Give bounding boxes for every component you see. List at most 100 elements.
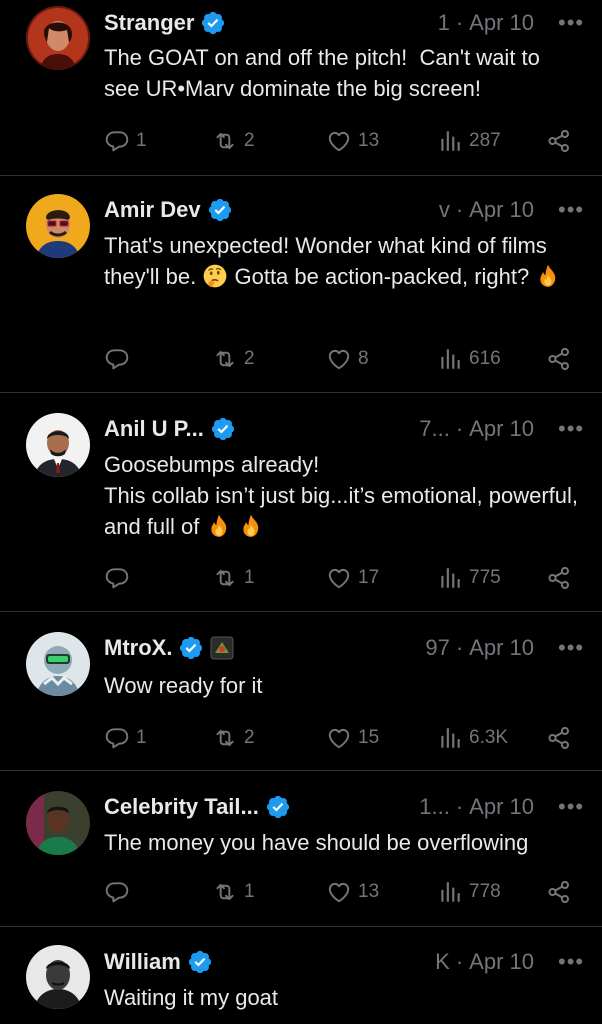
display-name[interactable]: MtroX. xyxy=(104,635,172,661)
share-button[interactable] xyxy=(546,344,572,374)
views-bar-chart-icon xyxy=(437,725,463,751)
reply-icon xyxy=(104,725,130,751)
views-bar-chart-icon xyxy=(437,128,463,154)
reply-icon xyxy=(104,346,130,372)
tweet-text: The GOAT on and off the pitch! Can't wai… xyxy=(104,45,547,101)
views-button[interactable]: 287 xyxy=(437,126,501,156)
like-button[interactable]: 13 xyxy=(326,877,379,907)
tweet-2[interactable]: Amir Dev v · Apr 10 ••• That's unexpecte… xyxy=(0,176,602,393)
verified-badge-icon xyxy=(178,635,204,661)
reply-button[interactable] xyxy=(104,563,136,593)
display-name[interactable]: William xyxy=(104,949,181,975)
tweet-4[interactable]: MtroX. 97 · Apr 10 ••• Wow ready for it … xyxy=(0,612,602,771)
avatar[interactable] xyxy=(26,6,90,70)
reply-icon xyxy=(104,128,130,154)
retweet-button[interactable]: 2 xyxy=(212,723,255,753)
views-bar-chart-icon xyxy=(437,565,463,591)
share-icon xyxy=(546,725,572,751)
timestamp[interactable]: Apr 10 xyxy=(469,794,534,820)
handle[interactable]: 1... xyxy=(299,794,450,820)
handle[interactable]: 7... xyxy=(244,416,450,442)
views-button[interactable]: 6.3K xyxy=(437,723,508,753)
like-button[interactable]: 15 xyxy=(326,723,379,753)
retweet-button[interactable]: 2 xyxy=(212,344,255,374)
separator-dot: · xyxy=(455,949,464,974)
timestamp[interactable]: Apr 10 xyxy=(469,635,534,661)
more-dots-icon[interactable]: ••• xyxy=(558,794,583,820)
tweet-1[interactable]: Stranger 1 · Apr 10 ••• The GOAT on and … xyxy=(0,0,602,176)
timestamp[interactable]: Apr 10 xyxy=(469,416,534,442)
display-name[interactable]: Stranger xyxy=(104,10,194,36)
avatar[interactable] xyxy=(26,194,90,258)
action-bar: 1 13 778 xyxy=(104,877,572,907)
tweet-6[interactable]: William K · Apr 10 ••• Waiting it my goa… xyxy=(0,927,602,1024)
reply-button[interactable]: 1 xyxy=(104,723,147,753)
more-dots-icon[interactable]: ••• xyxy=(558,635,583,661)
reply-button[interactable]: 1 xyxy=(104,126,147,156)
retweet-icon xyxy=(212,346,238,372)
display-name[interactable]: Anil U P... xyxy=(104,416,204,442)
share-icon xyxy=(546,879,572,905)
tweet-5[interactable]: Celebrity Tail... 1... · Apr 10 ••• The … xyxy=(0,771,602,927)
share-button[interactable] xyxy=(546,723,572,753)
heart-icon xyxy=(326,128,352,154)
views-button[interactable]: 616 xyxy=(437,344,501,374)
tweet-header: Stranger 1 · Apr 10 ••• xyxy=(104,6,583,40)
timestamp[interactable]: Apr 10 xyxy=(469,949,534,975)
retweet-button[interactable]: 1 xyxy=(212,563,255,593)
handle[interactable]: K xyxy=(221,949,450,975)
handle[interactable]: 1 xyxy=(234,10,450,36)
share-button[interactable] xyxy=(546,877,572,907)
retweet-button[interactable]: 2 xyxy=(212,126,255,156)
retweet-count: 2 xyxy=(244,348,255,369)
separator-dot: · xyxy=(455,197,464,222)
display-name[interactable]: Amir Dev xyxy=(104,197,201,223)
avatar-image xyxy=(26,791,90,855)
retweet-icon xyxy=(212,565,238,591)
timestamp[interactable]: Apr 10 xyxy=(469,197,534,223)
tweet-text: That's unexpected! Wonder what kind of f… xyxy=(104,230,580,292)
like-button[interactable]: 13 xyxy=(326,126,379,156)
share-button[interactable] xyxy=(546,563,572,593)
more-dots-icon[interactable]: ••• xyxy=(558,949,583,975)
verified-badge-icon xyxy=(200,10,226,36)
thinking-face-emoji-icon xyxy=(202,263,228,289)
view-count: 287 xyxy=(469,130,501,151)
reply-button[interactable] xyxy=(104,344,136,374)
more-dots-icon[interactable]: ••• xyxy=(558,10,583,36)
like-count: 15 xyxy=(358,727,380,748)
timestamp[interactable]: Apr 10 xyxy=(469,10,534,36)
retweet-count: 1 xyxy=(244,881,255,902)
avatar-image xyxy=(26,632,90,696)
avatar[interactable] xyxy=(26,945,90,1009)
display-name[interactable]: Celebrity Tail... xyxy=(104,794,259,820)
reply-count: 1 xyxy=(136,727,147,748)
view-count: 6.3K xyxy=(469,727,509,748)
heart-icon xyxy=(326,879,352,905)
like-count: 13 xyxy=(358,881,380,902)
more-dots-icon[interactable]: ••• xyxy=(558,197,583,223)
handle[interactable]: 97 xyxy=(242,635,449,661)
tweet-text: Goosebumps already! This collab isn’t ju… xyxy=(104,449,580,542)
share-icon xyxy=(546,565,572,591)
share-button[interactable] xyxy=(546,126,572,156)
like-button[interactable]: 17 xyxy=(326,563,379,593)
avatar-image xyxy=(26,6,90,70)
fire-emoji-icon xyxy=(238,513,264,539)
fire-emoji-icon xyxy=(535,263,561,289)
retweet-count: 1 xyxy=(244,567,255,588)
retweet-button[interactable]: 1 xyxy=(212,877,255,907)
more-dots-icon[interactable]: ••• xyxy=(558,416,583,442)
views-button[interactable]: 775 xyxy=(437,563,501,593)
avatar[interactable] xyxy=(26,413,90,477)
retweet-icon xyxy=(212,879,238,905)
avatar[interactable] xyxy=(26,791,90,855)
reply-button[interactable] xyxy=(104,877,136,907)
handle[interactable]: v xyxy=(241,197,450,223)
like-button[interactable]: 8 xyxy=(326,344,369,374)
tweet-3[interactable]: Anil U P... 7... · Apr 10 ••• Goosebumps… xyxy=(0,393,602,612)
verified-badge-icon xyxy=(207,197,233,223)
views-button[interactable]: 778 xyxy=(437,877,501,907)
avatar[interactable] xyxy=(26,632,90,696)
tweet-text-part: Goosebumps already! This collab isn’t ju… xyxy=(104,452,579,539)
